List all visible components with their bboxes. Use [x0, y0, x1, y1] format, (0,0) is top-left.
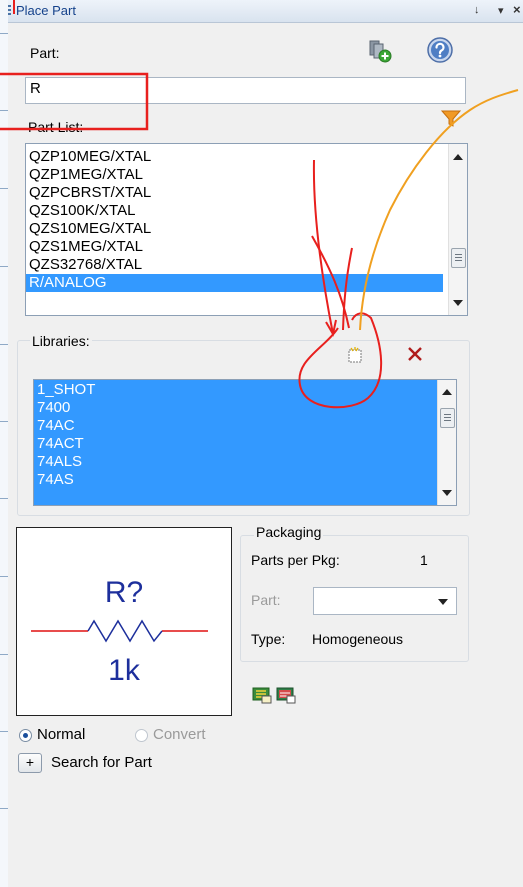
library-list-item[interactable]: 74AS: [34, 471, 432, 489]
scroll-thumb[interactable]: [440, 408, 455, 428]
panel-menu-button[interactable]: ▾: [498, 4, 504, 17]
part-list-item[interactable]: QZS1MEG/XTAL: [26, 238, 443, 256]
part-search-input[interactable]: R: [25, 77, 466, 104]
scroll-down-icon[interactable]: [453, 300, 463, 306]
library-list-item[interactable]: 74ACT: [34, 435, 432, 453]
libraries-list-rows: 1_SHOT 7400 74AC 74ACT 74ALS 74AS: [34, 381, 432, 489]
part-preview: R? 1k: [16, 527, 232, 716]
add-library-icon[interactable]: [345, 346, 365, 364]
libraries-list[interactable]: 1_SHOT 7400 74AC 74ACT 74ALS 74AS: [33, 379, 457, 506]
package-part-select[interactable]: [313, 587, 457, 615]
footprint-viewer-icon[interactable]: [276, 686, 296, 704]
scroll-thumb[interactable]: [451, 248, 466, 268]
library-list-item[interactable]: 74ALS: [34, 453, 432, 471]
help-icon[interactable]: [426, 36, 454, 64]
grip-icon: [8, 5, 11, 17]
packaging-label: Packaging: [254, 524, 324, 540]
resistor-symbol: [31, 619, 208, 643]
panel-title-bar: Place Part ↓ ▾ ×: [8, 0, 523, 23]
pin-button[interactable]: ↓: [474, 4, 480, 16]
search-for-part-toggle[interactable]: +: [18, 753, 42, 773]
scroll-up-icon[interactable]: [453, 154, 463, 160]
part-list-item[interactable]: QZS10MEG/XTAL: [26, 220, 443, 238]
part-label: Part:: [30, 45, 60, 61]
filter-icon[interactable]: [440, 110, 462, 128]
close-button[interactable]: ×: [513, 2, 521, 17]
package-part-label: Part:: [251, 592, 281, 608]
part-list-rows: QZP10MEG/XTAL QZP1MEG/XTAL QZPCBRST/XTAL QZ…: [26, 148, 443, 292]
part-list-scrollbar[interactable]: [448, 144, 467, 315]
preview-refdes: R?: [104, 576, 144, 609]
part-list-item[interactable]: QZS100K/XTAL: [26, 202, 443, 220]
library-list-item[interactable]: 7400: [34, 399, 432, 417]
part-list-item[interactable]: QZPCBRST/XTAL: [26, 184, 443, 202]
libraries-label: Libraries:: [30, 333, 92, 349]
library-list-item[interactable]: 74AC: [34, 417, 432, 435]
libraries-scrollbar[interactable]: [437, 380, 456, 505]
preview-value: 1k: [108, 654, 140, 687]
search-for-part-label: Search for Part: [51, 754, 152, 771]
part-list-item[interactable]: QZP1MEG/XTAL: [26, 166, 443, 184]
parts-per-pkg-label: Parts per Pkg:: [251, 552, 340, 568]
scroll-down-icon[interactable]: [442, 490, 452, 496]
normal-view-label: Normal: [37, 726, 86, 743]
type-label: Type:: [251, 631, 286, 647]
pcb-footprint-icon[interactable]: [252, 686, 272, 704]
convert-view-radio[interactable]: [135, 729, 148, 742]
part-list-label: Part List:: [28, 119, 84, 135]
parts-per-pkg-value: 1: [420, 552, 428, 568]
normal-view-radio[interactable]: [19, 729, 32, 742]
add-library-icon[interactable]: [366, 37, 392, 63]
convert-view-label: Convert: [153, 726, 206, 743]
part-list-item[interactable]: R/ANALOG: [26, 274, 443, 292]
chevron-down-icon: [438, 599, 448, 605]
part-list-item[interactable]: QZS32768/XTAL: [26, 256, 443, 274]
panel-title: Place Part: [16, 3, 76, 18]
scroll-up-icon[interactable]: [442, 389, 452, 395]
remove-library-icon[interactable]: [404, 343, 426, 365]
type-value: Homogeneous: [312, 631, 404, 647]
library-list-item[interactable]: 1_SHOT: [34, 381, 432, 399]
part-list-item[interactable]: QZP10MEG/XTAL: [26, 148, 443, 166]
part-list[interactable]: QZP10MEG/XTAL QZP1MEG/XTAL QZPCBRST/XTAL QZ…: [25, 143, 468, 316]
